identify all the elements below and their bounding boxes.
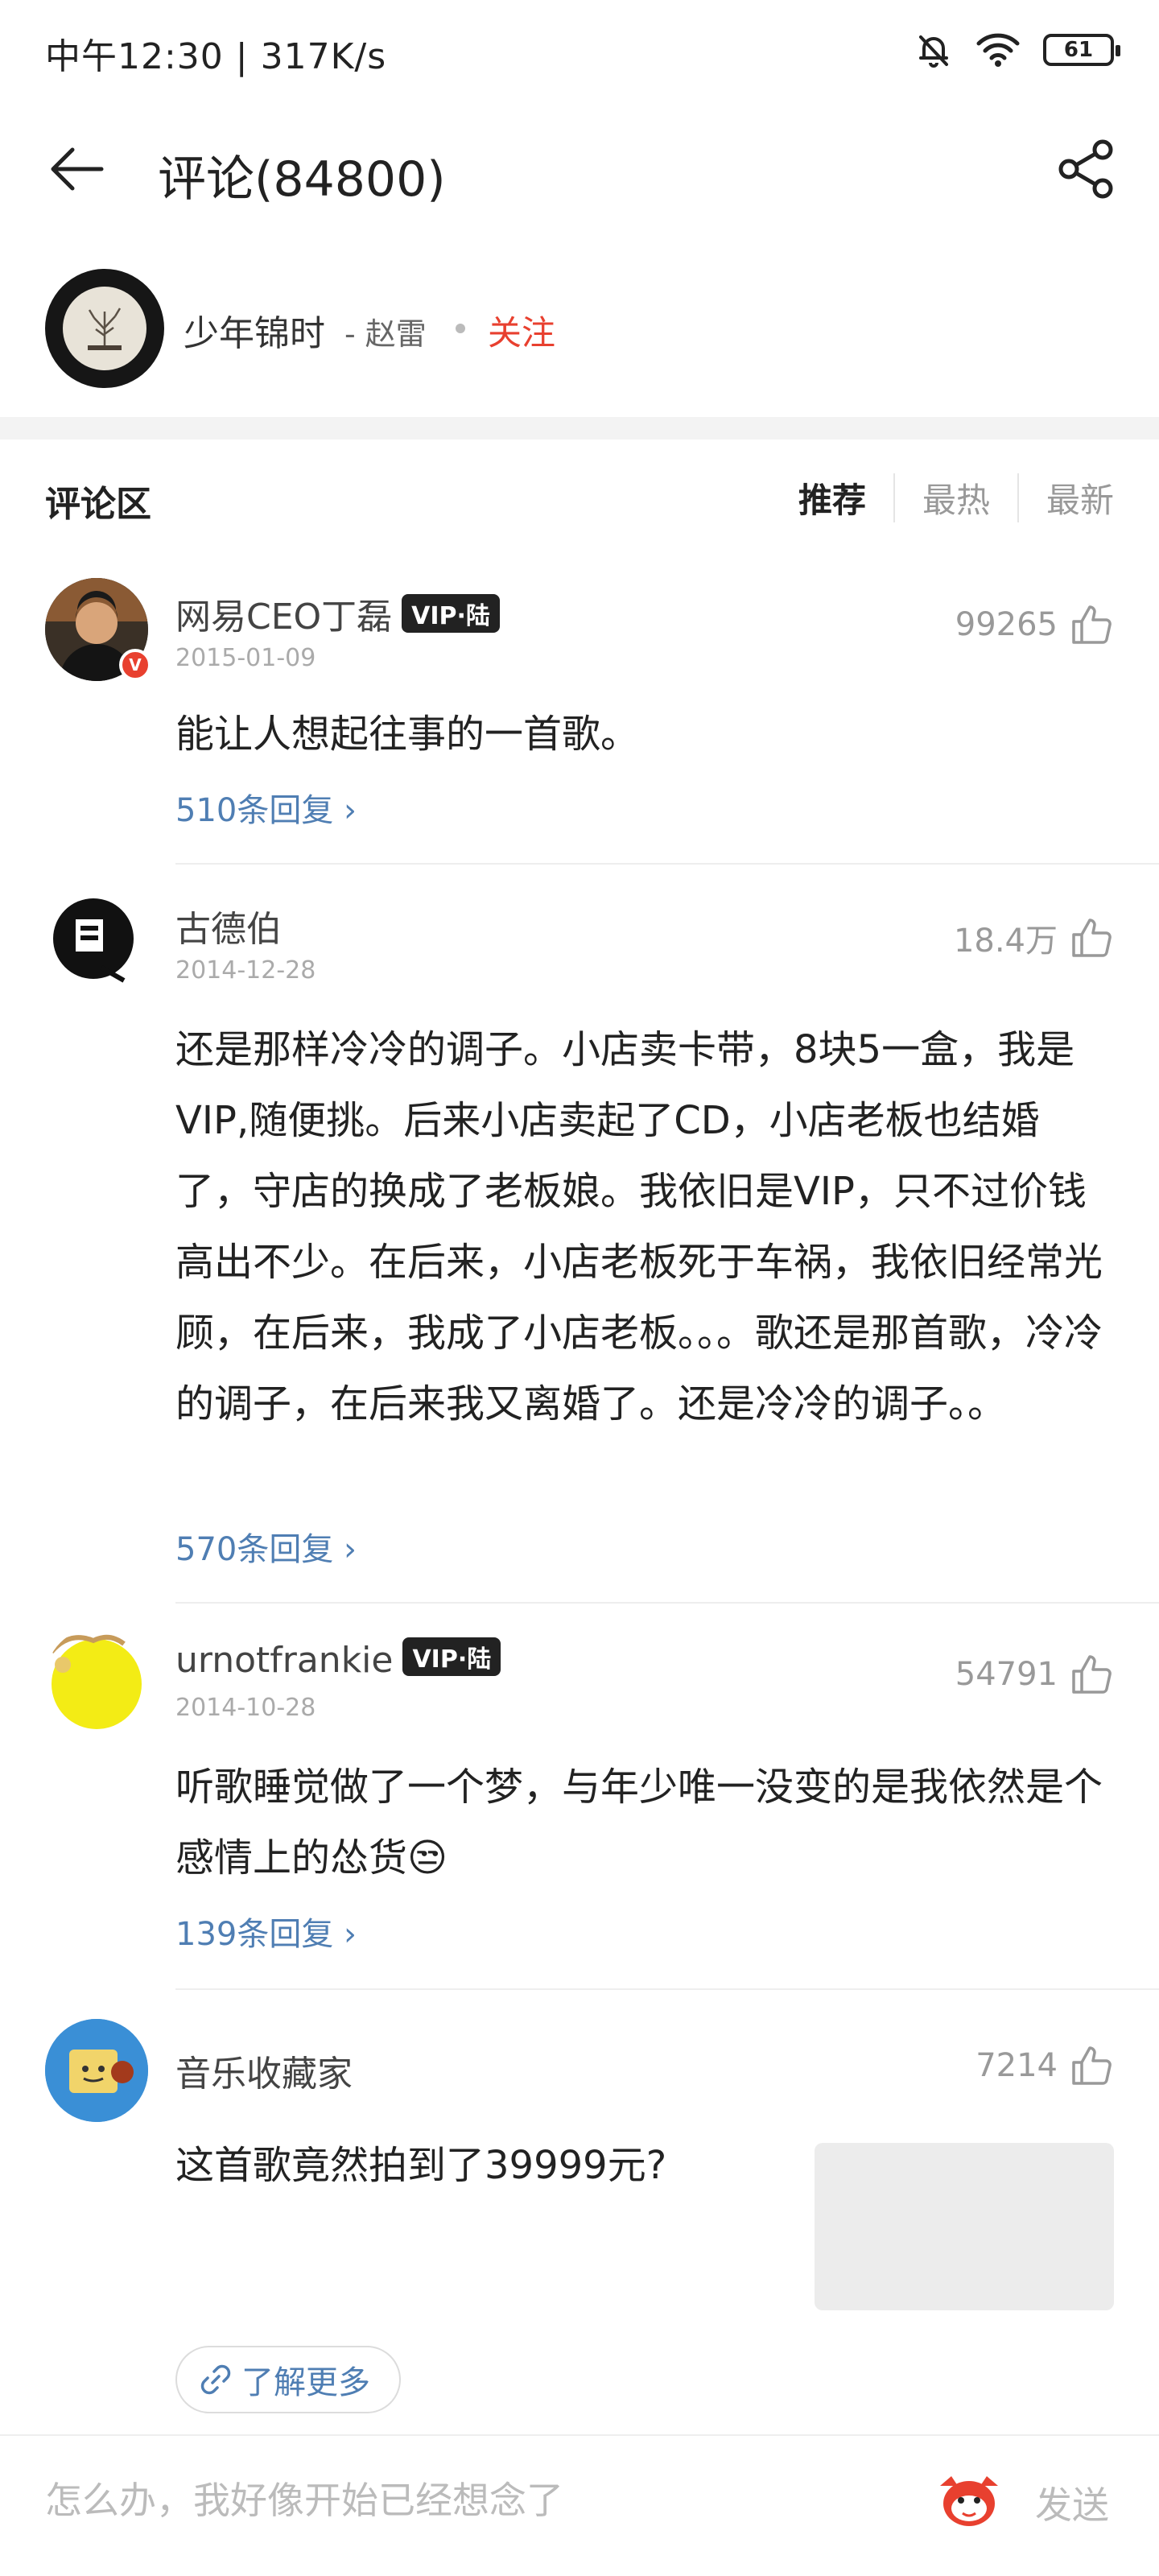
emoji-face-icon — [940, 2476, 998, 2526]
send-button[interactable]: 发送 — [1035, 2476, 1109, 2529]
comment-item: V 网易CEO丁磊 VIP·陆 2015-01-09 99265 能让人想起往事的… — [0, 578, 1159, 868]
username-text: urnotfrankie — [175, 1640, 394, 1681]
learn-more-button[interactable]: 了解更多 — [175, 2346, 401, 2413]
comment-item: 古德伯 2014-12-28 18.4万 还是那样冷冷的调子。小店卖卡带，8块5… — [0, 890, 1159, 1607]
thumbs-up-icon — [1072, 919, 1112, 957]
divider — [175, 1988, 1159, 1990]
song-artist[interactable]: - 赵雷 — [344, 309, 427, 353]
comment-username[interactable]: 音乐收藏家 — [175, 2045, 353, 2096]
learn-more-label: 了解更多 — [241, 2364, 370, 2401]
replies-link[interactable]: 570条回复 › — [175, 1523, 357, 1570]
comment-item: 音乐收藏家 7214 这首歌竟然拍到了39999元? 了解更多 — [0, 2019, 1159, 2434]
comments-header: 评论区 推荐 最热 最新 — [0, 451, 1159, 539]
thumbs-up-icon — [1072, 2046, 1112, 2085]
title-bar: 评论(84800) — [0, 113, 1159, 225]
like-count: 99265 — [955, 606, 1058, 643]
sort-tabs: 推荐 最热 最新 — [771, 473, 1114, 522]
like-button[interactable]: 7214 — [975, 2043, 1114, 2088]
divider — [175, 1602, 1159, 1604]
battery-indicator: 61 — [1043, 34, 1120, 66]
comment-text: 这首歌竟然拍到了39999元? — [175, 2143, 667, 2188]
comment-text: 还是那样冷冷的调子。小店卖卡带，8块5一盒，我是VIP,随便挑。后来小店卖起了C… — [175, 1027, 1103, 1426]
vip-badge: VIP·陆 — [402, 594, 500, 633]
user-avatar-box-icon — [45, 2019, 148, 2122]
like-button[interactable]: 18.4万 — [954, 914, 1114, 961]
comment-username[interactable]: 网易CEO丁磊 VIP·陆 — [175, 588, 500, 639]
back-arrow-icon — [51, 147, 104, 191]
battery-level: 61 — [1063, 38, 1094, 62]
vip-badge: VIP·陆 — [402, 1637, 501, 1676]
status-time-speed: 中午12:30 | 317K/s — [45, 36, 387, 77]
share-icon — [1058, 139, 1113, 199]
song-title[interactable]: 少年锦时 — [184, 304, 325, 356]
replies-link[interactable]: 139条回复 › — [175, 1908, 357, 1955]
verified-badge: V — [119, 649, 151, 681]
mute-bell-icon — [919, 35, 948, 68]
user-avatar-cartoon-icon — [45, 1628, 148, 1731]
avatar[interactable] — [45, 2019, 148, 2122]
follow-button[interactable]: 关注 — [488, 306, 555, 355]
status-icons: 61 — [914, 31, 1120, 69]
comment-input-bar: 发送 — [0, 2434, 1159, 2576]
comment-date: 2015-01-09 — [175, 644, 316, 672]
like-button[interactable]: 99265 — [955, 602, 1114, 647]
replies-link[interactable]: 510条回复 › — [175, 784, 357, 831]
status-bar: 中午12:30 | 317K/s 61 — [0, 0, 1159, 97]
page-title: 评论(84800) — [158, 151, 446, 208]
sort-tab-hottest[interactable]: 最热 — [893, 473, 1017, 522]
thumbs-up-icon — [1072, 1655, 1112, 1694]
wifi-icon — [976, 33, 1020, 67]
separator-dot — [456, 324, 465, 333]
divider — [175, 863, 1159, 865]
comment-date: 2014-12-28 — [175, 956, 316, 985]
link-icon — [200, 2364, 231, 2395]
section-gap — [0, 417, 1159, 440]
comment-date: 2014-10-28 — [175, 1694, 316, 1722]
comment-username[interactable]: 古德伯 — [175, 900, 282, 952]
song-row[interactable]: 少年锦时 - 赵雷 关注 — [0, 266, 1159, 394]
comment-text: 听歌睡觉做了一个梦，与年少唯一没变的是我依然是个感情上的怂货😒 — [175, 1765, 1103, 1880]
back-button[interactable] — [45, 137, 109, 201]
comment-input[interactable] — [45, 2468, 898, 2533]
like-count: 18.4万 — [953, 923, 1058, 960]
username-text: 网易CEO丁磊 — [175, 597, 393, 638]
comment-item: urnotfrankie VIP·陆 2014-10-28 54791 听歌睡觉做… — [0, 1628, 1159, 1998]
comment-username[interactable]: urnotfrankie VIP·陆 — [175, 1637, 501, 1681]
sort-tab-recommended[interactable]: 推荐 — [771, 473, 893, 522]
sort-tab-newest[interactable]: 最新 — [1017, 473, 1114, 522]
like-button[interactable]: 54791 — [955, 1652, 1114, 1697]
user-avatar-silhouette-icon — [45, 890, 148, 993]
album-art — [63, 287, 146, 370]
share-button[interactable] — [1053, 135, 1120, 203]
comments-section-title: 评论区 — [45, 484, 151, 525]
avatar[interactable] — [45, 1628, 148, 1731]
thumbs-up-icon — [1072, 605, 1112, 644]
tree-illustration-icon — [88, 308, 122, 350]
like-count: 54791 — [955, 1656, 1058, 1693]
like-count: 7214 — [975, 2047, 1058, 2084]
album-disc-cover[interactable] — [45, 269, 164, 388]
comment-text: 能让人想起往事的一首歌。 — [175, 712, 640, 757]
emoji-button[interactable] — [935, 2470, 1003, 2531]
comment-image-placeholder[interactable] — [815, 2143, 1114, 2310]
avatar[interactable] — [45, 890, 148, 993]
